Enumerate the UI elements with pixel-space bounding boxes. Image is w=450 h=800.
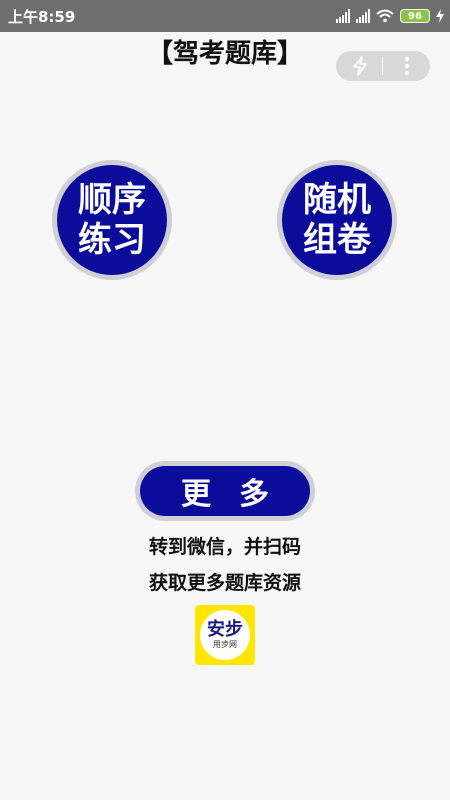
- more-button-label: 更多: [140, 466, 310, 516]
- flash-icon[interactable]: [348, 55, 372, 77]
- random-exam-label-1: 随机: [303, 180, 371, 220]
- sequential-practice-label-1: 顺序: [78, 180, 146, 220]
- top-capsule: [336, 51, 430, 81]
- app-logo[interactable]: 安步 用步网: [195, 605, 255, 665]
- charging-icon: [436, 9, 444, 23]
- signal-icon: [336, 9, 350, 23]
- status-time: 上午8:59: [8, 8, 76, 26]
- more-vert-icon[interactable]: [398, 55, 416, 77]
- random-exam-face: 随机 组卷: [282, 165, 392, 275]
- logo-brand: 安步: [207, 619, 243, 640]
- random-exam-button[interactable]: 随机 组卷: [277, 160, 397, 280]
- status-bar: 上午8:59 96: [0, 0, 450, 32]
- sequential-practice-label-2: 练习: [78, 220, 146, 260]
- status-icons: 96: [336, 7, 444, 25]
- sequential-practice-button[interactable]: 顺序 练习: [52, 160, 172, 280]
- logo-subtitle: 用步网: [213, 640, 237, 649]
- hint-line-1: 转到微信，并扫码: [148, 536, 301, 558]
- battery-icon: 96: [400, 9, 430, 23]
- signal-icon-2: [356, 9, 370, 23]
- capsule-divider: [382, 57, 383, 75]
- random-exam-label-2: 组卷: [303, 220, 371, 260]
- sequential-practice-face: 顺序 练习: [57, 165, 167, 275]
- hint-line-2: 获取更多题库资源: [148, 572, 301, 594]
- wifi-icon: [376, 9, 394, 23]
- more-button[interactable]: 更多: [135, 461, 315, 521]
- logo-badge: 安步 用步网: [200, 610, 250, 660]
